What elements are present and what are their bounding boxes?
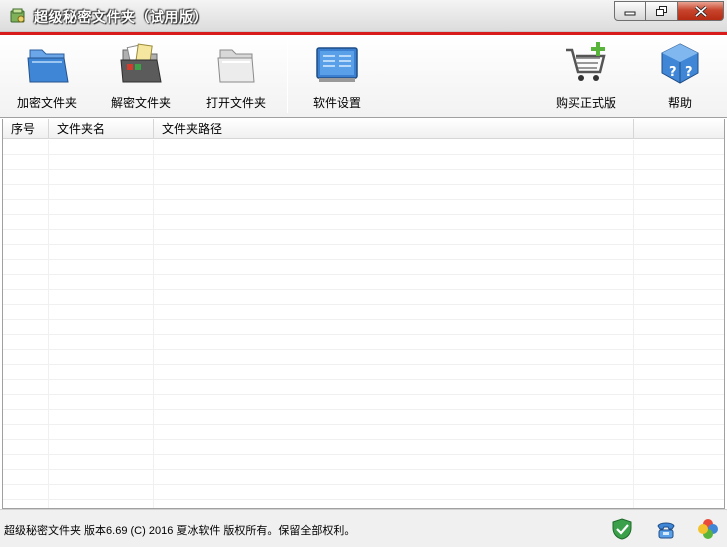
software-settings-button[interactable]: 软件设置 <box>305 35 369 115</box>
column-divider <box>633 140 634 508</box>
shopping-cart-icon <box>566 42 606 81</box>
svg-text:?: ? <box>685 65 693 80</box>
status-text: 超级秘密文件夹 版本6.69 (C) 2016 夏冰软件 版权所有。保留全部权利… <box>4 525 356 537</box>
encrypt-folder-label: 加密文件夹 <box>16 96 77 110</box>
toolbar-divider <box>287 39 288 113</box>
column-divider <box>153 140 154 508</box>
status-bar: 超级秘密文件夹 版本6.69 (C) 2016 夏冰软件 版权所有。保留全部权利… <box>0 509 727 547</box>
colorful-clover-icon[interactable] <box>697 518 719 540</box>
open-folder-button[interactable]: 打开文件夹 <box>199 35 273 115</box>
column-header-folder-name[interactable]: 文件夹名 <box>49 119 154 139</box>
column-header-index[interactable]: 序号 <box>3 119 49 139</box>
help-button[interactable]: ? ? 帮助 <box>650 35 710 115</box>
phone-icon[interactable] <box>655 518 677 540</box>
app-icon <box>10 8 25 23</box>
close-icon <box>694 5 707 17</box>
folder-table[interactable]: 序号 文件夹名 文件夹路径 <box>2 119 725 509</box>
table-body[interactable] <box>3 140 724 508</box>
svg-text:?: ? <box>669 65 677 80</box>
table-header: 序号 文件夹名 文件夹路径 <box>3 119 724 139</box>
close-button[interactable] <box>678 1 724 21</box>
encrypt-folder-button[interactable]: 加密文件夹 <box>10 35 84 115</box>
help-cube-icon: ? ? <box>661 43 699 84</box>
buy-full-version-button[interactable]: 购买正式版 <box>549 35 623 115</box>
window-title: 超级秘密文件夹（试用版） <box>34 9 208 25</box>
settings-panel-icon <box>316 47 358 82</box>
decrypt-folder-label: 解密文件夹 <box>110 96 171 110</box>
restore-icon <box>655 5 667 16</box>
column-divider <box>48 140 49 508</box>
blue-folder-icon <box>27 49 69 83</box>
open-folder-label: 打开文件夹 <box>205 96 266 110</box>
buy-full-version-label: 购买正式版 <box>555 96 616 110</box>
grey-folder-icon <box>217 49 255 83</box>
restore-button[interactable] <box>646 1 678 21</box>
title-bar: 超级秘密文件夹（试用版） <box>0 0 727 32</box>
column-header-folder-path[interactable]: 文件夹路径 <box>154 119 634 139</box>
decrypt-folder-button[interactable]: 解密文件夹 <box>104 35 178 115</box>
minimize-icon <box>624 11 636 16</box>
shield-check-icon[interactable] <box>611 518 633 540</box>
toolbar: 加密文件夹 解密文件夹 打开文件夹 软件设置 购买正式版 ? ? 帮助 <box>0 35 727 118</box>
help-label: 帮助 <box>667 96 692 110</box>
software-settings-label: 软件设置 <box>312 96 361 110</box>
open-folder-icon <box>120 43 162 83</box>
minimize-button[interactable] <box>614 1 646 21</box>
